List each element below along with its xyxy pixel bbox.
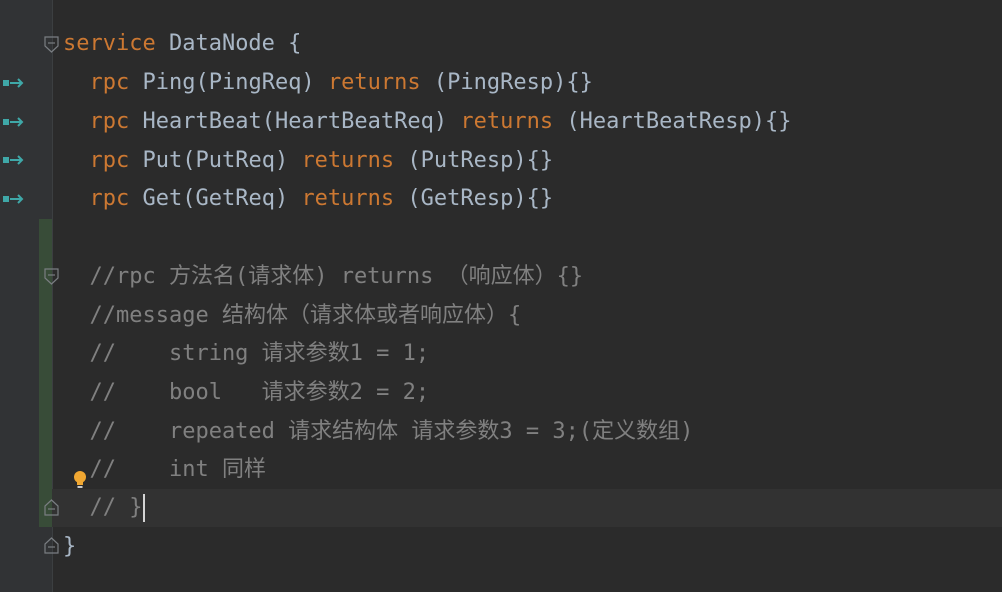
comment-text: // string 请求参数1 = 1; — [63, 341, 430, 366]
comment-text: // repeated 请求结构体 请求参数3 = 3;(定义数组) — [63, 419, 694, 444]
comment-text: // int 同样 — [63, 457, 266, 482]
comment-text: // bool 请求参数2 = 2; — [63, 380, 430, 405]
keyword-service: service — [63, 31, 156, 56]
code-line-11[interactable]: // repeated 请求结构体 请求参数3 = 3;(定义数组) — [63, 413, 693, 451]
keyword-returns: returns — [327, 70, 421, 95]
code-line-1[interactable]: service DataNode { — [63, 25, 301, 63]
code-line-12[interactable]: // int 同样 — [63, 451, 266, 489]
implemented-arrow-icon[interactable] — [2, 77, 24, 89]
fold-close-icon[interactable] — [43, 537, 60, 554]
keyword-rpc: rpc — [89, 70, 130, 95]
code-line-14[interactable]: } — [63, 528, 76, 566]
changed-lines-marker[interactable] — [39, 219, 52, 527]
fold-open-icon[interactable] — [43, 36, 60, 53]
keyword-rpc: rpc — [89, 148, 130, 173]
rpc-response: (PingResp){} — [420, 70, 593, 95]
keyword-returns: returns — [301, 186, 395, 211]
fold-close-icon[interactable] — [43, 499, 60, 516]
implemented-arrow-icon[interactable] — [2, 154, 24, 166]
current-line-highlight — [52, 489, 1002, 527]
keyword-rpc: rpc — [89, 109, 130, 134]
fold-open-icon[interactable] — [43, 268, 60, 285]
rpc-signature: HeartBeat(HeartBeatReq) — [129, 109, 461, 134]
code-line-8[interactable]: //message 结构体（请求体或者响应体）{ — [63, 297, 521, 335]
rpc-response: (GetResp){} — [394, 186, 554, 211]
code-line-10[interactable]: // bool 请求参数2 = 2; — [63, 374, 429, 412]
code-line-5[interactable]: rpc Get(GetReq) returns (GetResp){} — [63, 180, 554, 218]
rpc-signature: Ping(PingReq) — [129, 70, 328, 95]
text-caret — [143, 494, 146, 522]
keyword-returns: returns — [460, 109, 554, 134]
comment-text: // } — [63, 495, 143, 520]
keyword-returns: returns — [301, 148, 395, 173]
rpc-response: (HeartBeatResp){} — [553, 109, 792, 134]
comment-text: //rpc 方法名(请求体) returns （响应体）{} — [63, 264, 584, 289]
service-name: DataNode { — [155, 31, 302, 56]
rpc-signature: Put(PutReq) — [129, 148, 302, 173]
code-line-13[interactable]: // } — [63, 489, 146, 527]
closing-brace: } — [63, 534, 77, 559]
code-line-4[interactable]: rpc Put(PutReq) returns (PutResp){} — [63, 142, 554, 180]
rpc-response: (PutResp){} — [394, 148, 554, 173]
implemented-arrow-icon[interactable] — [2, 193, 24, 205]
code-line-3[interactable]: rpc HeartBeat(HeartBeatReq) returns (Hea… — [63, 103, 792, 141]
comment-text: //message 结构体（请求体或者响应体）{ — [63, 303, 522, 328]
code-line-9[interactable]: // string 请求参数1 = 1; — [63, 335, 429, 373]
code-line-2[interactable]: rpc Ping(PingReq) returns (PingResp){} — [63, 64, 593, 102]
code-line-7[interactable]: //rpc 方法名(请求体) returns （响应体）{} — [63, 258, 583, 296]
implemented-arrow-icon[interactable] — [2, 116, 24, 128]
keyword-rpc: rpc — [89, 186, 130, 211]
rpc-signature: Get(GetReq) — [129, 186, 302, 211]
